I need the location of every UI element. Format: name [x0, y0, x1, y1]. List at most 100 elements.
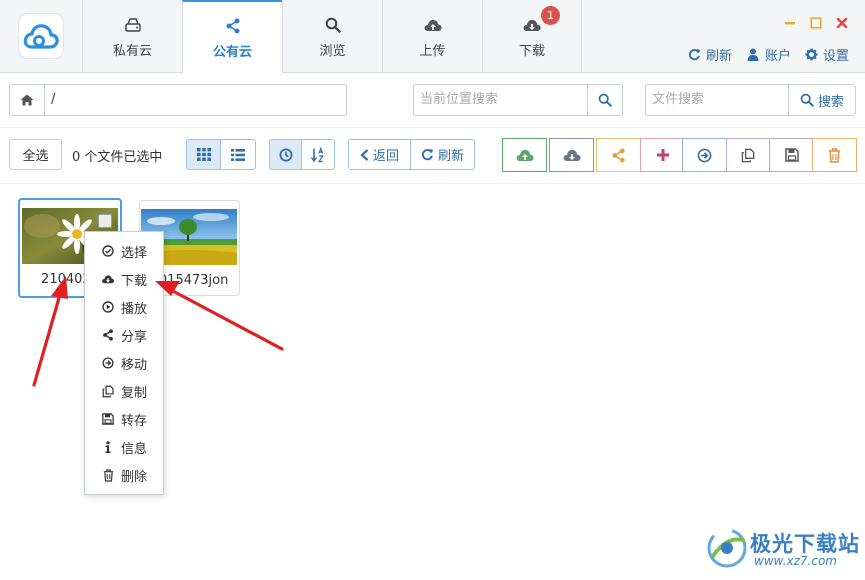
- share-icon: [612, 147, 625, 163]
- file-checkbox[interactable]: [98, 214, 112, 228]
- delete-button[interactable]: [812, 138, 857, 172]
- grid-view-button[interactable]: [186, 139, 221, 170]
- share-icon: [101, 328, 115, 342]
- user-icon: [747, 48, 761, 62]
- account-label: 账户: [765, 49, 792, 64]
- menu-item-play[interactable]: 播放: [85, 293, 163, 321]
- menu-item-info[interactable]: 信息: [85, 433, 163, 461]
- refresh-label: 刷新: [706, 49, 733, 64]
- upload-button[interactable]: [502, 138, 547, 172]
- back-button[interactable]: 返回: [348, 139, 411, 170]
- location-search-input[interactable]: 当前位置搜索: [413, 84, 588, 116]
- trash-icon: [829, 147, 840, 163]
- app-window: 私有云 公有云 浏览 上传 下载 1 刷新 账户 设置 / 当前位置搜索 文件搜…: [0, 0, 865, 580]
- hdd-icon: [123, 15, 143, 35]
- list-icon: [231, 148, 245, 161]
- arrow-circle-icon: [101, 356, 115, 370]
- menu-item-label: 选择: [121, 245, 148, 261]
- menu-item-label: 信息: [121, 441, 148, 457]
- refresh-label: 刷新: [437, 149, 464, 164]
- close-icon: [836, 17, 848, 29]
- new-button[interactable]: [640, 138, 685, 172]
- settings-button[interactable]: 设置: [805, 45, 849, 64]
- sort-by-time-button[interactable]: [269, 139, 302, 170]
- search-icon: [323, 15, 343, 35]
- tab-label: 上传: [419, 43, 446, 59]
- menu-item-label: 复制: [121, 385, 148, 401]
- trash-icon: [101, 468, 115, 482]
- selection-status: 0 个文件已选中: [72, 150, 163, 165]
- cloud-download-icon: [101, 272, 115, 286]
- tab-browse[interactable]: 浏览: [282, 0, 382, 73]
- path-input[interactable]: /: [44, 84, 347, 116]
- file-search-button[interactable]: 搜索: [788, 84, 856, 116]
- top-refresh-button[interactable]: 刷新: [688, 45, 732, 64]
- menu-item-label: 播放: [121, 301, 148, 317]
- menu-item-download[interactable]: 下载: [85, 265, 163, 293]
- plus-icon: [656, 149, 669, 161]
- sort-alpha-icon: [310, 146, 324, 162]
- save-icon: [784, 148, 799, 162]
- account-button[interactable]: 账户: [747, 45, 791, 64]
- tab-private-cloud[interactable]: 私有云: [82, 0, 182, 73]
- close-button[interactable]: [834, 15, 850, 31]
- chevron-left-icon: [360, 148, 369, 161]
- minimize-icon: [785, 22, 795, 25]
- menu-item-label: 转存: [121, 413, 148, 429]
- maximize-button[interactable]: [808, 15, 824, 31]
- sort-by-name-button[interactable]: [301, 139, 335, 170]
- select-all-button[interactable]: 全选: [9, 139, 62, 170]
- refresh-icon: [688, 48, 702, 62]
- top-tab-bar: 私有云 公有云 浏览 上传 下载 1 刷新 账户 设置: [0, 0, 865, 74]
- cloud-download-icon: [563, 149, 581, 161]
- location-search-button[interactable]: [587, 84, 623, 116]
- cloud-upload-icon: [423, 15, 443, 35]
- search-icon: [800, 93, 814, 107]
- copy-button[interactable]: [726, 138, 771, 172]
- move-button[interactable]: [682, 138, 727, 172]
- path-search-bar: / 当前位置搜索 文件搜索 搜索: [0, 74, 865, 128]
- share-button[interactable]: [596, 138, 641, 172]
- gear-icon: [805, 48, 819, 62]
- tab-label: 浏览: [319, 43, 346, 59]
- menu-item-delete[interactable]: 删除: [85, 461, 163, 489]
- download-button[interactable]: [549, 138, 594, 172]
- menu-item-label: 分享: [121, 329, 148, 345]
- menu-item-label: 移动: [121, 357, 148, 373]
- tab-download[interactable]: 下载 1: [482, 0, 582, 73]
- app-logo: [18, 13, 64, 59]
- menu-item-share[interactable]: 分享: [85, 321, 163, 349]
- play-circle-icon: [101, 300, 115, 314]
- cloud-logo-icon: [23, 24, 59, 49]
- grid-icon: [196, 148, 211, 161]
- clock-icon: [279, 148, 292, 161]
- tab-upload[interactable]: 上传: [382, 0, 482, 73]
- check-circle-icon: [101, 244, 115, 258]
- watermark-url: www.xz7.com: [754, 554, 837, 568]
- watermark-logo-icon: [707, 528, 747, 568]
- copy-icon: [101, 384, 115, 398]
- list-view-button[interactable]: [220, 139, 256, 170]
- menu-item-copy[interactable]: 复制: [85, 377, 163, 405]
- save-button[interactable]: [769, 138, 814, 172]
- home-icon: [20, 94, 34, 106]
- tab-label: 私有云: [112, 43, 152, 59]
- search-icon: [598, 93, 612, 107]
- tab-public-cloud[interactable]: 公有云: [182, 0, 282, 74]
- tab-label: 公有云: [212, 45, 252, 60]
- maximize-icon: [810, 17, 822, 29]
- settings-label: 设置: [823, 49, 850, 64]
- arrow-circle-icon: [697, 148, 712, 162]
- download-count-badge: 1: [541, 6, 560, 25]
- menu-item-select[interactable]: 选择: [85, 237, 163, 265]
- toolbar: 全选 0 个文件已选中 返回 刷新: [0, 128, 865, 184]
- home-button[interactable]: [9, 84, 45, 116]
- menu-item-save[interactable]: 转存: [85, 405, 163, 433]
- file-search-input[interactable]: 文件搜索: [645, 84, 789, 116]
- info-icon: [101, 440, 115, 454]
- menu-item-label: 下载: [121, 273, 148, 289]
- toolbar-refresh-button[interactable]: 刷新: [410, 139, 475, 170]
- menu-item-move[interactable]: 移动: [85, 349, 163, 377]
- tab-label: 下载: [518, 43, 545, 59]
- minimize-button[interactable]: [782, 15, 798, 31]
